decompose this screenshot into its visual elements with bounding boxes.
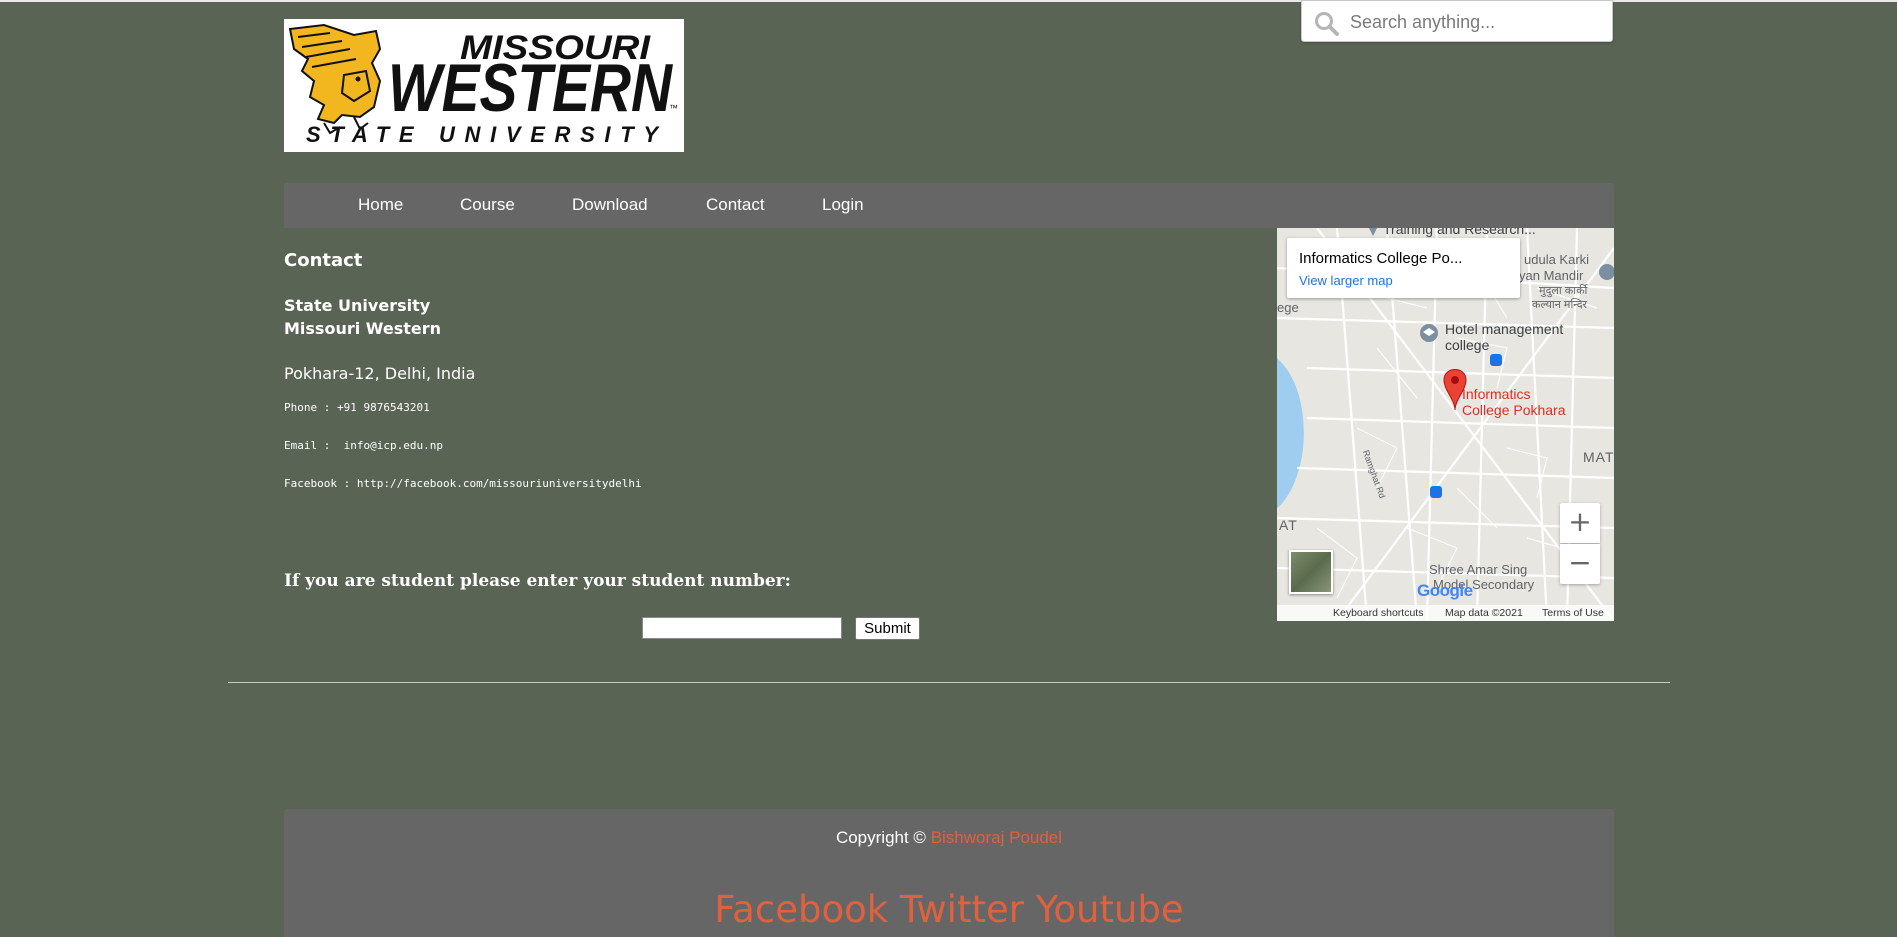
facebook-label: Facebook :: [284, 477, 357, 490]
social-links: Facebook Twitter Youtube: [284, 888, 1614, 931]
svg-text:™: ™: [669, 103, 678, 113]
nav-download[interactable]: Download: [572, 195, 648, 215]
map-place-card: Informatics College Po... View larger ma…: [1287, 238, 1520, 298]
submit-button[interactable]: Submit: [855, 617, 920, 640]
search-input[interactable]: [1348, 7, 1607, 37]
page-footer: Copyright © Bishworaj Poudel Facebook Tw…: [284, 809, 1614, 937]
map-label-mat: MAT: [1583, 449, 1614, 465]
copyright-text: Copyright © Bishworaj Poudel: [284, 828, 1614, 848]
map-label-at: AT: [1279, 517, 1298, 533]
zoom-out-button[interactable]: −: [1560, 544, 1600, 584]
map-label-training: Training and Research...: [1383, 228, 1536, 237]
contact-heading: Contact: [284, 250, 363, 271]
main-nav: Home Course Download Contact Login: [284, 183, 1614, 228]
zoom-in-button[interactable]: +: [1560, 503, 1600, 543]
nav-login[interactable]: Login: [822, 195, 864, 215]
map-label-hotel2: college: [1445, 337, 1490, 353]
keyboard-shortcuts-link[interactable]: Keyboard shortcuts: [1333, 607, 1423, 619]
map-label-karki2: yan Mandir: [1519, 268, 1584, 283]
contact-address: Pokhara-12, Delhi, India: [284, 364, 476, 383]
map-place-title: Informatics College Po...: [1299, 250, 1463, 267]
map-label-karki4: कल्यान मन्दिर: [1532, 299, 1588, 311]
author-link[interactable]: Bishworaj Poudel: [931, 828, 1062, 847]
facebook-value: http://facebook.com/missouriuniversityde…: [356, 477, 642, 490]
contact-email: Email : info@icp.edu.np: [284, 439, 443, 452]
search-box[interactable]: [1301, 0, 1613, 42]
svg-text:WESTERN: WESTERN: [388, 50, 674, 126]
student-number-input[interactable]: [642, 617, 842, 639]
map-label-karki3: मुदुला कार्की: [1539, 285, 1588, 297]
copyright-prefix: Copyright ©: [835, 828, 931, 847]
map-pin-label: Informatics College Pokhara: [1462, 386, 1566, 418]
map-label-karki1: udula Karki: [1524, 252, 1590, 267]
phone-value: +91 9876543201: [336, 401, 430, 414]
org-name-line1: State University: [284, 296, 431, 315]
facebook-link[interactable]: Facebook: [714, 888, 888, 931]
email-value: info@icp.edu.np: [343, 439, 443, 452]
map-footer: Keyboard shortcuts Map data ©2021 Terms …: [1277, 605, 1614, 621]
satellite-toggle[interactable]: [1289, 550, 1333, 594]
youtube-link[interactable]: Youtube: [1036, 888, 1184, 931]
search-icon: [1315, 12, 1339, 36]
map-data-text: Map data ©2021: [1445, 607, 1523, 619]
map-label-hotel1: Hotel management: [1445, 321, 1564, 337]
org-name-line2: Missouri Western: [284, 319, 442, 338]
student-number-prompt: If you are student please enter your stu…: [284, 571, 791, 591]
view-larger-map-link[interactable]: View larger map: [1299, 273, 1393, 288]
contact-facebook: Facebook : http://facebook.com/missouriu…: [284, 477, 642, 490]
contact-phone: Phone : +91 9876543201: [284, 401, 430, 414]
twitter-link[interactable]: Twitter: [900, 888, 1024, 931]
university-logo[interactable]: MISSOURI WESTERN ™ STATE UNIVERSITY: [284, 19, 684, 152]
google-logo: Google: [1417, 581, 1473, 600]
google-map-embed[interactable]: Training and Research... udula Karki yan…: [1277, 228, 1614, 621]
griffin-logo-graphic: MISSOURI WESTERN ™ STATE UNIVERSITY: [284, 19, 684, 152]
phone-label: Phone :: [284, 401, 337, 414]
terms-of-use-link[interactable]: Terms of Use: [1542, 607, 1604, 619]
nav-home[interactable]: Home: [358, 195, 403, 215]
nav-contact[interactable]: Contact: [706, 195, 765, 215]
map-label-shree1: Shree Amar Sing: [1429, 562, 1528, 577]
section-divider: [228, 682, 1670, 683]
nav-course[interactable]: Course: [460, 195, 515, 215]
email-label: Email :: [284, 439, 344, 452]
map-label-ege: ege: [1277, 300, 1299, 315]
